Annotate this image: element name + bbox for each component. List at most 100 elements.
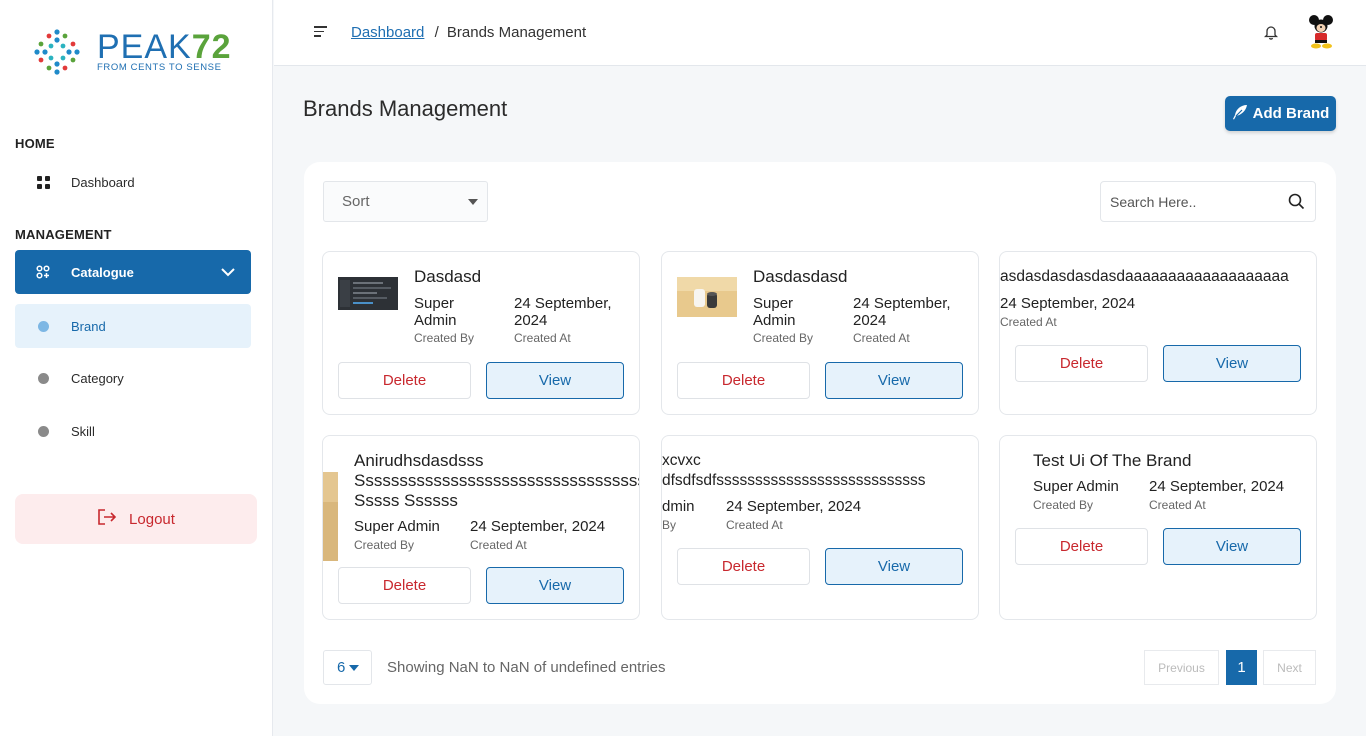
topbar: Dashboard / Brands Management xyxy=(274,0,1366,66)
logo-title-text: PEAK xyxy=(97,28,192,66)
created-by-label: Created By xyxy=(414,331,475,345)
sort-label: Sort xyxy=(342,193,370,210)
logout-button[interactable]: Logout xyxy=(15,494,257,544)
view-button[interactable]: View xyxy=(825,548,963,585)
brand-created-at: 24 September, 2024 xyxy=(1149,478,1285,495)
brand-name: asdasdasdasdasdaaaaaaaaaaaaaaaaaaa xyxy=(1000,268,1289,285)
created-by-label: Created By xyxy=(354,538,415,552)
logo[interactable]: PEAK72 FROM CENTS TO SENSE xyxy=(33,28,232,76)
brand-created-by: Super Admin xyxy=(1033,478,1119,495)
caret-down-icon xyxy=(468,199,478,205)
sidebar-item-brand[interactable]: Brand xyxy=(15,304,251,348)
brands-panel: Sort Dasdasd Super Admin 24 September, 2… xyxy=(304,162,1336,704)
brand-card: Dasdasdasd Super Admin 24 September, 202… xyxy=(661,251,979,415)
created-at-label: Created At xyxy=(514,331,571,345)
delete-button[interactable]: Delete xyxy=(1015,345,1148,382)
logo-text: PEAK72 FROM CENTS TO SENSE xyxy=(97,28,232,73)
sidebar-item-catalogue[interactable]: Catalogue xyxy=(15,250,251,294)
created-by-label: Created By xyxy=(1033,498,1094,512)
caret-down-icon xyxy=(349,664,360,671)
brand-card: asdasdasdasdasdaaaaaaaaaaaaaaaaaaa 24 Se… xyxy=(999,251,1317,415)
logo-tagline: FROM CENTS TO SENSE xyxy=(97,62,222,73)
created-at-label: Created At xyxy=(1000,315,1057,329)
logo-title: PEAK72 xyxy=(97,28,232,66)
section-management: MANAGEMENT xyxy=(15,227,112,242)
brand-name-line: dfsdfsdfsssssssssssssssssssssssssss xyxy=(662,472,926,489)
brand-card: Anirudhsdasdsss Ssssssssssssssssssssssss… xyxy=(322,435,640,620)
page-size-select[interactable]: 6 xyxy=(323,650,372,685)
avatar-icon[interactable] xyxy=(1306,14,1336,50)
brand-created-at: 24 September, 2024 xyxy=(514,295,612,329)
menu-icon[interactable] xyxy=(314,26,327,40)
search-box xyxy=(1100,181,1316,222)
created-by-label: By xyxy=(662,518,677,532)
view-button[interactable]: View xyxy=(825,362,963,399)
breadcrumb: Dashboard / Brands Management xyxy=(351,24,586,41)
delete-button[interactable]: Delete xyxy=(338,362,471,399)
sidebar-item-label: Skill xyxy=(71,423,95,439)
logout-label: Logout xyxy=(129,510,175,528)
brand-name-line: Sssss Ssssss xyxy=(354,491,458,510)
brand-card: Dasdasd Super Admin 24 September, 2024 C… xyxy=(322,251,640,415)
brand-name-line: Sssssssssssssssssssssssssssssssssss xyxy=(354,471,640,490)
bell-icon[interactable] xyxy=(1264,24,1278,40)
delete-button[interactable]: Delete xyxy=(1015,528,1148,565)
sidebar-item-label: Catalogue xyxy=(71,264,134,280)
brand-name-line: Anirudhsdasdsss xyxy=(354,451,484,470)
created-by-label: Created By xyxy=(753,331,814,345)
entries-info: Showing NaN to NaN of undefined entries xyxy=(387,659,666,676)
delete-button[interactable]: Delete xyxy=(677,548,810,585)
dot-icon xyxy=(15,425,71,437)
previous-page-button[interactable]: Previous xyxy=(1144,650,1219,685)
sidebar-item-label: Brand xyxy=(71,318,106,334)
brand-created-at: 24 September, 2024 xyxy=(853,295,951,329)
view-button[interactable]: View xyxy=(1163,528,1301,565)
page-size-value: 6 xyxy=(337,659,346,676)
delete-button[interactable]: Delete xyxy=(677,362,810,399)
next-page-button[interactable]: Next xyxy=(1263,650,1316,685)
page-1-button[interactable]: 1 xyxy=(1226,650,1257,685)
view-button[interactable]: View xyxy=(1163,345,1301,382)
logo-title-number: 72 xyxy=(191,28,232,66)
sidebar-item-label: Dashboard xyxy=(71,174,135,190)
page-title: Brands Management xyxy=(303,96,508,121)
section-home: HOME xyxy=(15,136,55,151)
dot-icon xyxy=(15,372,71,384)
brand-created-by: dmin xyxy=(662,498,695,515)
search-input[interactable] xyxy=(1101,182,1271,221)
created-at-label: Created At xyxy=(726,518,783,532)
view-button[interactable]: View xyxy=(486,362,624,399)
brand-created-at: 24 September, 2024 xyxy=(726,498,862,515)
view-button[interactable]: View xyxy=(486,567,624,604)
brand-card: Test Ui Of The Brand Super Admin 24 Sept… xyxy=(999,435,1317,620)
search-icon[interactable] xyxy=(1288,193,1305,210)
created-at-label: Created At xyxy=(1149,498,1206,512)
add-brand-label: Add Brand xyxy=(1252,105,1330,122)
sidebar-item-dashboard[interactable]: Dashboard xyxy=(15,160,251,204)
chevron-down-icon xyxy=(221,264,235,280)
brand-thumbnail xyxy=(338,277,398,310)
dot-icon xyxy=(15,320,71,332)
brand-thumbnail xyxy=(323,472,338,561)
sidebar-item-category[interactable]: Category xyxy=(15,356,251,400)
sort-select[interactable]: Sort xyxy=(323,181,488,222)
add-brand-button[interactable]: Add Brand xyxy=(1225,96,1336,131)
brand-name-line: xcvxc xyxy=(662,452,701,469)
brand-created-at: 24 September, 2024 xyxy=(470,518,606,535)
breadcrumb-dashboard-link[interactable]: Dashboard xyxy=(351,24,424,41)
sidebar: PEAK72 FROM CENTS TO SENSE HOME Dashboar… xyxy=(0,0,273,736)
breadcrumb-current: Brands Management xyxy=(446,24,587,41)
grid-icon xyxy=(15,175,71,189)
brand-card: xcvxc dfsdfsdfssssssssssssssssssssssssss… xyxy=(661,435,979,620)
brand-name: Dasdasdasd xyxy=(753,267,848,286)
created-at-label: Created At xyxy=(853,331,910,345)
brand-created-by: Super Admin xyxy=(354,518,440,535)
sidebar-item-skill[interactable]: Skill xyxy=(15,409,251,453)
brand-created-by: Super Admin xyxy=(753,295,796,329)
brand-thumbnail xyxy=(677,277,737,317)
brand-created-by: Super Admin xyxy=(414,295,457,329)
catalogue-icon xyxy=(15,265,71,279)
brand-name: Dasdasd xyxy=(414,267,482,286)
delete-button[interactable]: Delete xyxy=(338,567,471,604)
brand-name: Test Ui Of The Brand xyxy=(1033,451,1192,470)
